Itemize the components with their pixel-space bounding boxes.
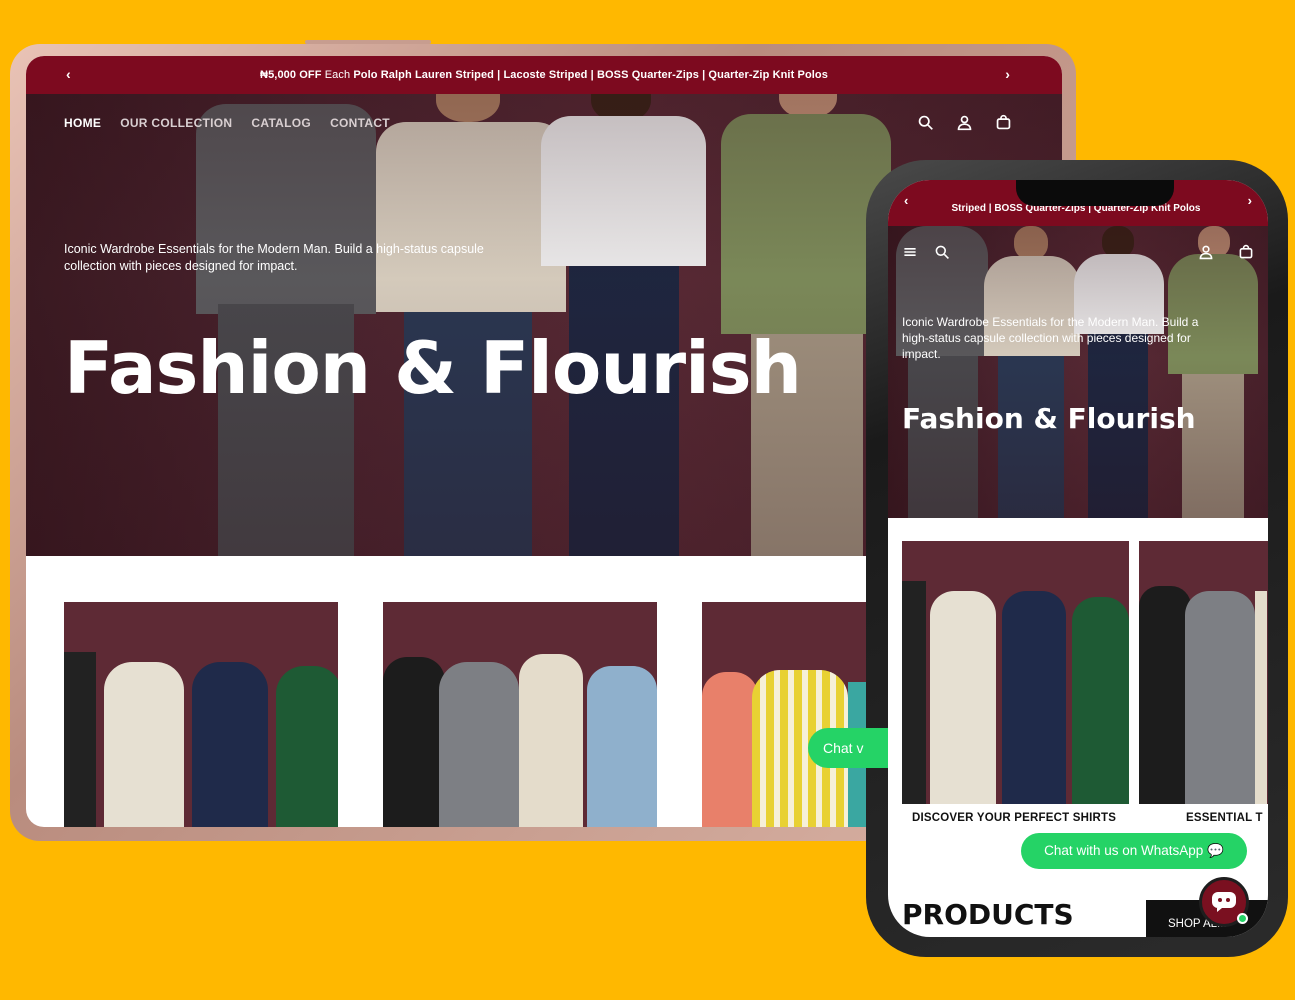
- header-icons-right: [1198, 244, 1254, 260]
- card-label-essentials[interactable]: ESSENTIAL T: [1186, 812, 1263, 824]
- header-icons: [917, 114, 1012, 131]
- hero-title: Fashion & Flourish: [902, 402, 1196, 435]
- chevron-right-icon[interactable]: ›: [1248, 194, 1252, 207]
- hero-tagline: Iconic Wardrobe Essentials for the Moder…: [902, 315, 1199, 361]
- header-icons-left: [902, 244, 950, 260]
- whatsapp-chat-button[interactable]: Chat v: [808, 728, 888, 768]
- online-status-dot: [1237, 913, 1248, 924]
- main-nav: HOME OUR COLLECTION CATALOG CONTACT: [64, 116, 390, 130]
- phone-notch: [1016, 180, 1174, 206]
- nav-catalog[interactable]: CATALOG: [251, 116, 311, 130]
- chevron-right-icon[interactable]: ›: [1005, 66, 1010, 82]
- hero-section: Iconic Wardrobe Essentials for the Moder…: [888, 226, 1268, 518]
- announcement-text[interactable]: ₦5,000 OFF Each Polo Ralph Lauren Stripe…: [260, 69, 828, 81]
- user-icon[interactable]: [956, 114, 973, 131]
- chevron-left-icon[interactable]: ‹: [904, 194, 908, 207]
- whatsapp-chat-button[interactable]: Chat with us on WhatsApp 💬: [1021, 833, 1247, 869]
- search-icon[interactable]: [934, 244, 950, 260]
- chat-bubble-icon: [1212, 892, 1236, 912]
- phone-screen: ‹ ₦5,000 O... | Lacoste Striped | BOSS Q…: [888, 180, 1268, 937]
- announcement-bar: ‹ ₦5,000 OFF Each Polo Ralph Lauren Stri…: [26, 56, 1062, 94]
- cart-icon[interactable]: [995, 114, 1012, 131]
- card-label-shirts[interactable]: DISCOVER YOUR PERFECT SHIRTS: [912, 812, 1116, 824]
- collection-card-essentials[interactable]: [1139, 541, 1268, 804]
- nav-our-collection[interactable]: OUR COLLECTION: [120, 116, 232, 130]
- chatbot-launcher[interactable]: [1199, 877, 1249, 927]
- chevron-left-icon[interactable]: ‹: [66, 66, 71, 82]
- user-icon[interactable]: [1198, 244, 1214, 260]
- nav-home[interactable]: HOME: [64, 116, 101, 130]
- phone-device: ‹ ₦5,000 O... | Lacoste Striped | BOSS Q…: [866, 160, 1288, 957]
- menu-icon[interactable]: [902, 244, 918, 260]
- cart-icon[interactable]: [1238, 244, 1254, 260]
- hero-overlay: [888, 226, 1268, 518]
- hero-title: Fashion & Flourish: [64, 326, 802, 410]
- collection-cards: [902, 541, 1268, 804]
- hero-tagline: Iconic Wardrobe Essentials for the Moder…: [64, 242, 484, 273]
- products-heading: PRODUCTS: [902, 898, 1074, 931]
- collection-card-shirts[interactable]: [902, 541, 1129, 804]
- collection-cards: [64, 602, 976, 827]
- collection-card[interactable]: [64, 602, 338, 827]
- collection-card[interactable]: [383, 602, 657, 827]
- search-icon[interactable]: [917, 114, 934, 131]
- nav-contact[interactable]: CONTACT: [330, 116, 390, 130]
